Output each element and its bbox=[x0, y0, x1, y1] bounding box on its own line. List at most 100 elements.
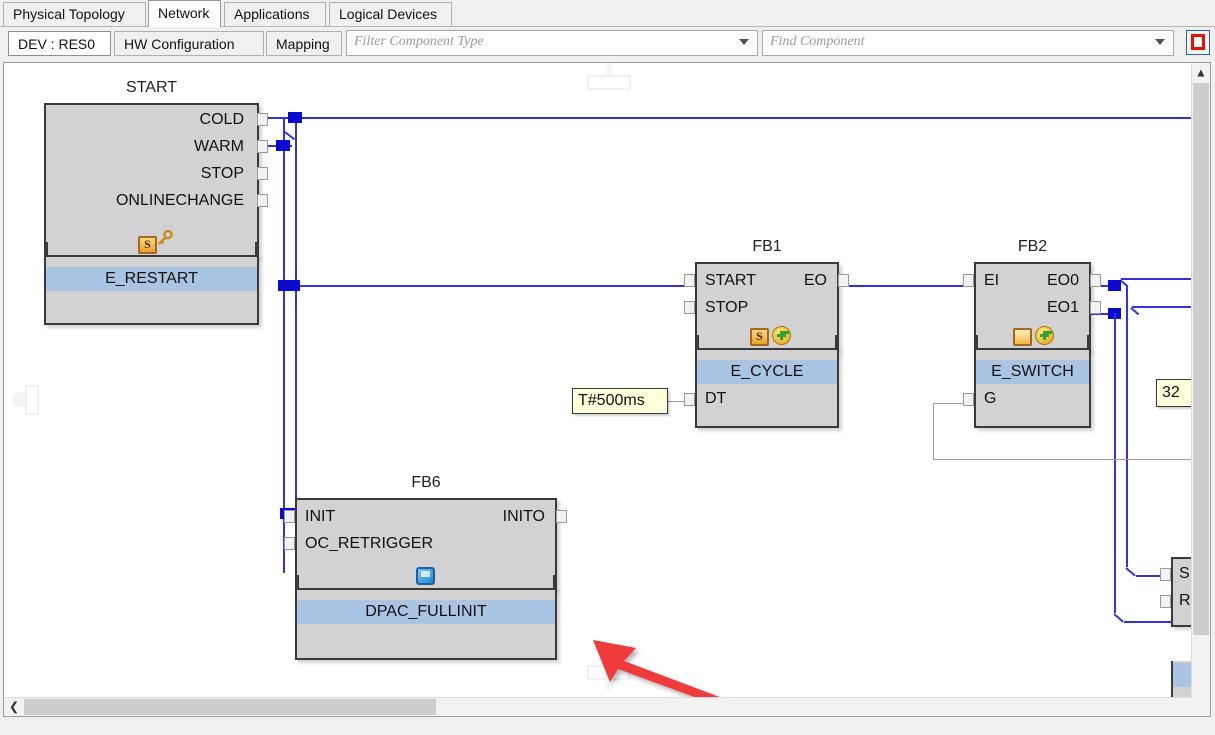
block-fb2-title: FB2 bbox=[1017, 238, 1048, 255]
block-start-instance-name[interactable]: E_RESTART bbox=[46, 267, 257, 291]
scroll-up-button[interactable]: ▲ bbox=[1192, 63, 1210, 83]
block-fb1[interactable]: FB1 START STOP EO E_CYCLE DT bbox=[684, 238, 849, 428]
pin-stub-onlinechange[interactable] bbox=[257, 194, 268, 207]
filter-component-type-combo[interactable]: Filter Component Type bbox=[346, 30, 758, 56]
sifb-icon bbox=[750, 328, 769, 346]
pin-stub-warm[interactable] bbox=[257, 140, 268, 153]
chevron-down-icon[interactable] bbox=[1155, 39, 1165, 45]
tab-logical-devices[interactable]: Logical Devices bbox=[329, 2, 452, 26]
dock-guide-box bbox=[25, 385, 39, 415]
wire-junction-warm bbox=[276, 140, 290, 151]
pin-warm[interactable]: WARM bbox=[54, 138, 244, 156]
find-component-combo[interactable]: Find Component bbox=[762, 30, 1174, 56]
wire-junction-eo0 bbox=[1108, 280, 1121, 291]
find-component-placeholder: Find Component bbox=[770, 34, 865, 49]
block-fb6-instance-name[interactable]: DPAC_FULLINIT bbox=[297, 600, 555, 624]
wire-fb2-eo1-right bbox=[1132, 306, 1192, 308]
wire-to-s-bend bbox=[1125, 567, 1136, 577]
tab-mapping[interactable]: Mapping bbox=[266, 31, 342, 56]
pin-stub-fb6-inito[interactable] bbox=[556, 510, 567, 523]
wire-trunk-b bbox=[283, 119, 285, 573]
tab-hw-configuration[interactable]: HW Configuration bbox=[114, 31, 264, 56]
wire-cold-top bbox=[260, 117, 1192, 119]
key-icon bbox=[157, 229, 173, 245]
component-icon bbox=[1013, 328, 1032, 346]
editor-toolbar: DEV : RES0 HW Configuration Mapping Filt… bbox=[0, 27, 1215, 60]
block-clipped-right-lower[interactable] bbox=[1171, 661, 1192, 698]
pin-fb2-ei[interactable]: EI bbox=[984, 272, 999, 290]
tab-physical-topology[interactable]: Physical Topology bbox=[3, 2, 146, 26]
dock-guide-bar bbox=[587, 75, 631, 90]
network-editor-window: Physical Topology Network Applications L… bbox=[0, 0, 1215, 735]
chevron-down-icon[interactable] bbox=[739, 39, 749, 45]
vertical-scrollbar-thumb[interactable] bbox=[1193, 83, 1209, 635]
pin-stub-fb1-eo[interactable] bbox=[838, 274, 849, 287]
annotation-red-arrow bbox=[589, 628, 804, 698]
scrollbar-corner bbox=[1192, 698, 1210, 716]
wire-fb1-eo-to-fb2-ei bbox=[839, 285, 974, 287]
block-start-title: START bbox=[126, 79, 177, 96]
block-start[interactable]: START COLD WARM STOP ONLINECHANGE S E_RE… bbox=[44, 79, 268, 325]
blue-chip-icon bbox=[416, 567, 435, 585]
block-fb6[interactable]: FB6 INIT OC_RETRIGGER INITO DPAC_FULLINI… bbox=[284, 474, 567, 660]
pin-cold[interactable]: COLD bbox=[54, 111, 244, 129]
block-fb1-instance-name[interactable]: E_CYCLE bbox=[697, 360, 837, 384]
pin-fb1-dt[interactable]: DT bbox=[705, 390, 726, 408]
filter-component-type-placeholder: Filter Component Type bbox=[354, 34, 484, 49]
pin-stub-fb1-start[interactable] bbox=[684, 274, 695, 287]
pin-stub-fb2-eo0[interactable] bbox=[1090, 274, 1101, 287]
block-clipped-lower-instance-name[interactable] bbox=[1173, 663, 1192, 687]
wire-to-fb1-start bbox=[295, 285, 695, 287]
block-fb6-body[interactable] bbox=[295, 588, 557, 660]
pin-stub-fb2-ei[interactable] bbox=[963, 274, 974, 287]
pin-stub-cold[interactable] bbox=[257, 113, 268, 126]
horizontal-scrollbar[interactable]: ❮ bbox=[4, 697, 1192, 716]
horizontal-scrollbar-thumb[interactable] bbox=[24, 699, 436, 715]
pin-fb6-inito[interactable]: INITO bbox=[435, 508, 545, 526]
pin-clipped-r[interactable]: R bbox=[1179, 592, 1191, 610]
block-fb2[interactable]: FB2 EI EO0 EO1 E_SWITCH G bbox=[963, 238, 1101, 428]
pin-fb2-g[interactable]: G bbox=[984, 390, 996, 408]
pin-onlinechange[interactable]: ONLINECHANGE bbox=[54, 192, 244, 210]
wire-eo1-drop bbox=[1114, 313, 1116, 613]
pin-clipped-s[interactable]: S bbox=[1179, 565, 1190, 583]
pin-stop[interactable]: STOP bbox=[54, 165, 244, 183]
block-fb2-instance-name[interactable]: E_SWITCH bbox=[976, 360, 1089, 384]
literal-dt[interactable]: T#500ms bbox=[572, 388, 668, 414]
pin-stub-fb1-dt[interactable] bbox=[684, 393, 695, 406]
block-fb6-title: FB6 bbox=[411, 474, 441, 491]
pin-fb1-stop[interactable]: STOP bbox=[705, 299, 748, 317]
pin-stub-fb6-init[interactable] bbox=[284, 510, 295, 523]
pin-fb1-eo[interactable]: EO bbox=[735, 272, 827, 290]
tab-network[interactable]: Network bbox=[148, 0, 221, 27]
pin-stub-fb2-g[interactable] bbox=[963, 393, 974, 406]
pin-stub-fb6-oc-retrigger[interactable] bbox=[284, 537, 295, 550]
wire-g-bottom bbox=[933, 459, 1192, 460]
block-clipped-right[interactable]: S R bbox=[1160, 557, 1192, 647]
vertical-scrollbar[interactable]: ▲ bbox=[1191, 63, 1210, 698]
pin-stub-clipped-r[interactable] bbox=[1160, 595, 1171, 608]
pin-fb6-oc-retrigger[interactable]: OC_RETRIGGER bbox=[305, 535, 433, 553]
add-icon bbox=[772, 326, 791, 345]
add-icon bbox=[1035, 326, 1054, 345]
scroll-left-button[interactable]: ❮ bbox=[4, 698, 24, 716]
stop-record-button[interactable] bbox=[1186, 30, 1210, 55]
pin-stub-stop[interactable] bbox=[257, 167, 268, 180]
dock-guide-left bbox=[12, 383, 44, 417]
pin-stub-fb1-stop[interactable] bbox=[684, 301, 695, 314]
sifb-icon bbox=[138, 236, 157, 254]
tab-dev-res0[interactable]: DEV : RES0 bbox=[8, 31, 111, 56]
chevron-left-icon: ❮ bbox=[8, 699, 20, 714]
network-canvas[interactable]: START COLD WARM STOP ONLINECHANGE S E_RE… bbox=[4, 63, 1192, 698]
block-fb1-title: FB1 bbox=[752, 238, 782, 255]
tab-applications[interactable]: Applications bbox=[224, 2, 326, 26]
stop-record-icon bbox=[1191, 34, 1205, 50]
pin-fb2-eo1[interactable]: EO1 bbox=[999, 299, 1079, 317]
literal-32[interactable]: 32 bbox=[1156, 379, 1192, 407]
pin-stub-clipped-s[interactable] bbox=[1160, 568, 1171, 581]
pin-stub-fb2-eo1[interactable] bbox=[1090, 301, 1101, 314]
network-canvas-frame: START COLD WARM STOP ONLINECHANGE S E_RE… bbox=[3, 62, 1211, 717]
wire-fb2-eo1-bend bbox=[1130, 307, 1140, 316]
pin-fb2-eo0[interactable]: EO0 bbox=[999, 272, 1079, 290]
pin-fb6-init[interactable]: INIT bbox=[305, 508, 335, 526]
